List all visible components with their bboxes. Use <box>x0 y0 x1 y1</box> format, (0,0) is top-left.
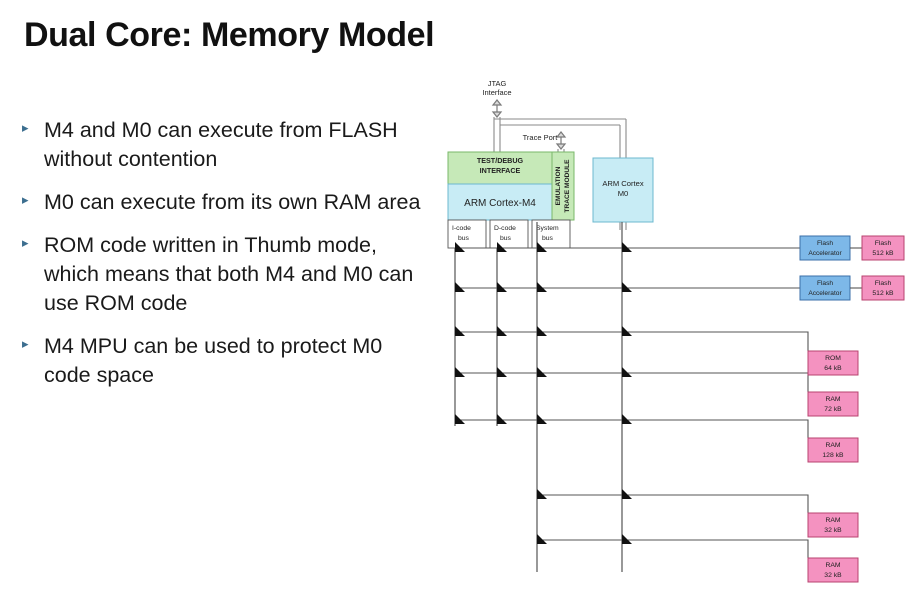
junction-marker <box>622 326 632 336</box>
memory-rom-label-line2: 64 kB <box>824 365 842 372</box>
flash-accelerator-2-label-line1: Flash <box>817 280 833 287</box>
junction-marker <box>455 414 465 424</box>
cortex-m0-label-line2: M0 <box>618 189 629 198</box>
cortex-m0-block: ARM Cortex M0 <box>592 157 654 223</box>
junction-marker <box>455 282 465 292</box>
junction-marker <box>622 534 632 544</box>
memory-model-diagram: JTAG Interface Trace Port TEST/DEBUG INT… <box>430 70 910 590</box>
bullet-arrow-icon: ▸ <box>22 336 29 351</box>
memory-ram-32-1-label-line1: RAM <box>825 517 840 524</box>
etm-label-line1: EMULATION <box>555 166 562 205</box>
matrix-row-5 <box>455 414 809 438</box>
memory-flash-1-label-line2: 512 kB <box>872 250 894 257</box>
memory-flash-2: Flash 512 kB <box>861 275 905 301</box>
flash-accelerator-2-label-line2: Accelerator <box>808 290 842 297</box>
bullet-arrow-icon: ▸ <box>22 120 29 135</box>
bullet-arrow-icon: ▸ <box>22 192 29 207</box>
memory-flash-1-label-line1: Flash <box>875 240 892 247</box>
d-code-bus-label-line2: bus <box>500 235 512 242</box>
m0-bus-junctions <box>622 242 632 544</box>
flash-accelerator-2: Flash Accelerator <box>799 275 862 301</box>
jtag-label-line1: JTAG <box>488 79 507 88</box>
memory-ram-32kb-1: RAM 32 kB <box>807 512 859 538</box>
memory-ram-72-label-line2: 72 kB <box>824 406 842 413</box>
jtag-label-line2: Interface <box>482 88 511 97</box>
i-code-bus-label-line1: I-code <box>452 225 471 232</box>
list-item: ▸ M4 and M0 can execute from FLASH witho… <box>22 116 422 174</box>
memory-ram-32-1-label-line2: 32 kB <box>824 527 842 534</box>
memory-ram-32kb-2: RAM 32 kB <box>807 557 859 583</box>
cortex-m4-block: TEST/DEBUG INTERFACE ARM Cortex-M4 EMULA… <box>447 151 575 221</box>
junction-marker <box>497 282 507 292</box>
junction-marker <box>537 414 547 424</box>
junction-marker <box>537 534 547 544</box>
trace-port-label: Trace Port <box>523 133 559 142</box>
slide-canvas: Dual Core: Memory Model ▸ M4 and M0 can … <box>0 0 913 598</box>
test-debug-label-line1: TEST/DEBUG <box>477 156 524 165</box>
list-item: ▸ M0 can execute from its own RAM area <box>22 188 422 217</box>
system-bus-label-line2: bus <box>542 235 554 242</box>
list-item: ▸ M4 MPU can be used to protect M0 code … <box>22 332 422 390</box>
junction-marker <box>622 242 632 252</box>
memory-flash-1: Flash 512 kB <box>861 235 905 261</box>
memory-ram-128-label-line1: RAM <box>825 442 840 449</box>
i-code-bus-label-line2: bus <box>458 235 470 242</box>
memory-flash-2-label-line2: 512 kB <box>872 290 894 297</box>
junction-marker <box>455 326 465 336</box>
junction-marker <box>497 414 507 424</box>
list-item-label: M0 can execute from its own RAM area <box>44 190 421 214</box>
junction-marker <box>622 489 632 499</box>
bullet-arrow-icon: ▸ <box>22 235 29 250</box>
memory-ram-72kb: RAM 72 kB <box>807 391 859 417</box>
junction-marker <box>537 326 547 336</box>
etm-label-line2: TRACE MODULE <box>564 159 571 213</box>
d-code-bus-label-line1: D-code <box>494 225 516 232</box>
system-bus-label-line1: System <box>536 225 559 232</box>
matrix-row-4 <box>455 367 809 392</box>
trace-port-group: Trace Port <box>523 131 567 152</box>
junction-marker <box>622 282 632 292</box>
list-item-label: M4 MPU can be used to protect M0 code sp… <box>44 334 383 387</box>
memory-ram-72-label-line1: RAM <box>825 396 840 403</box>
flash-accelerator-1-label-line1: Flash <box>817 240 833 247</box>
memory-ram-32-2-label-line1: RAM <box>825 562 840 569</box>
list-item-label: ROM code written in Thumb mode, which me… <box>44 233 414 315</box>
memory-flash-2-label-line1: Flash <box>875 280 892 287</box>
cortex-m4-label: ARM Cortex-M4 <box>464 198 536 209</box>
bus-stub-group: I-code bus D-code bus System bus <box>447 219 571 249</box>
bullet-list: ▸ M4 and M0 can execute from FLASH witho… <box>22 116 422 404</box>
memory-ram-128kb: RAM 128 kB <box>807 437 859 463</box>
junction-marker <box>537 489 547 499</box>
flash-accelerator-1-label-line2: Accelerator <box>808 250 842 257</box>
bus-matrix-vertical-lines <box>454 222 623 572</box>
test-debug-label-line2: INTERFACE <box>480 166 521 175</box>
trace-port-arrow-icon <box>555 131 567 150</box>
jtag-arrow-icon <box>491 99 503 118</box>
junction-marker <box>537 282 547 292</box>
list-item: ▸ ROM code written in Thumb mode, which … <box>22 231 422 318</box>
memory-ram-32-2-label-line2: 32 kB <box>824 572 842 579</box>
junction-marker <box>455 367 465 377</box>
matrix-row-7 <box>537 534 809 558</box>
junction-marker <box>622 367 632 377</box>
junction-marker <box>497 326 507 336</box>
jtag-connector-group: JTAG Interface <box>482 79 512 118</box>
memory-ram-128-label-line2: 128 kB <box>822 452 844 459</box>
junction-marker <box>622 414 632 424</box>
flash-accelerator-1: Flash Accelerator <box>799 235 862 261</box>
junction-marker <box>537 367 547 377</box>
list-item-label: M4 and M0 can execute from FLASH without… <box>44 118 398 171</box>
cortex-m0-label-line1: ARM Cortex <box>602 179 644 188</box>
memory-rom-64kb: ROM 64 kB <box>807 350 859 376</box>
matrix-row-6 <box>537 489 809 513</box>
page-title: Dual Core: Memory Model <box>24 16 435 54</box>
memory-rom-label-line1: ROM <box>825 355 841 362</box>
junction-marker <box>497 367 507 377</box>
matrix-row-3 <box>455 326 809 351</box>
